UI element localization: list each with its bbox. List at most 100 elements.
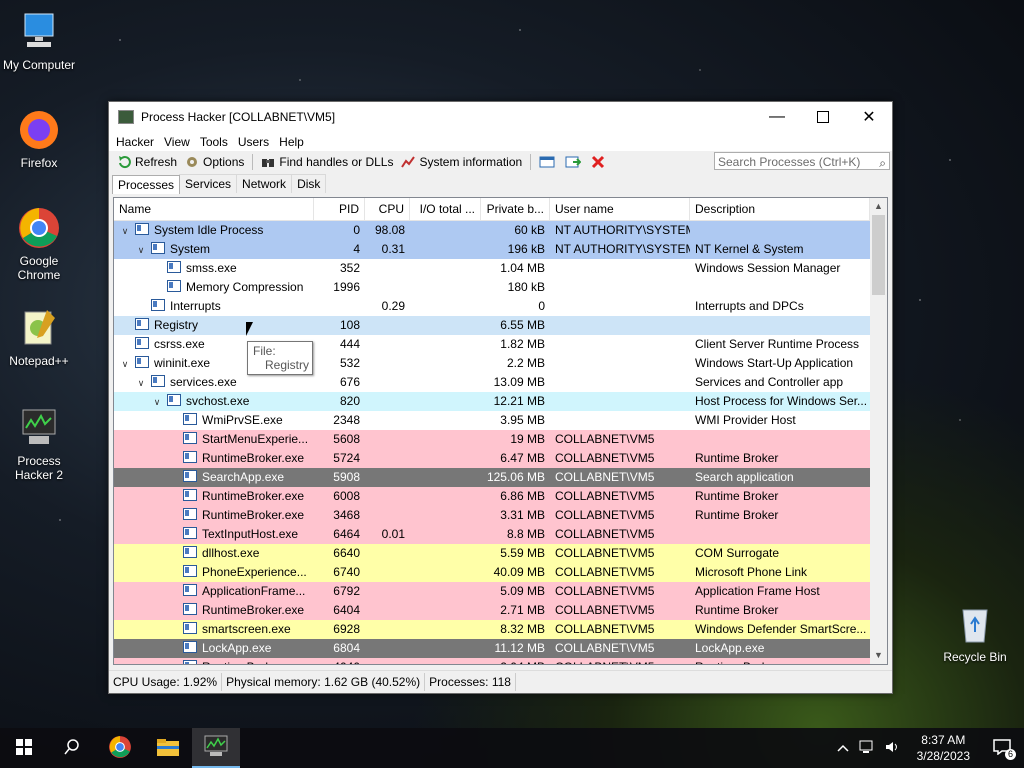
column-name[interactable]: Name	[114, 198, 314, 220]
terminate-button[interactable]	[587, 155, 613, 169]
scrollbar-thumb[interactable]	[872, 215, 885, 295]
process-user-name	[550, 392, 690, 411]
process-row[interactable]: ApplicationFrame... 6792 5.09 MB COLLABNET\…	[114, 582, 870, 601]
process-pid: 6640	[333, 546, 360, 560]
process-row[interactable]: dllhost.exe 6640 5.59 MB COLLABNET\VM5 COM S…	[114, 544, 870, 563]
desktop-icon-my-computer[interactable]: My Computer	[1, 10, 77, 72]
system-information-button[interactable]: System information	[397, 155, 526, 169]
desktop-icon-google-chrome[interactable]: Google Chrome	[1, 206, 77, 282]
process-name: PhoneExperience...	[114, 563, 314, 582]
expand-chevron-icon[interactable]: ∨	[119, 355, 131, 373]
taskbar-process-hacker[interactable]	[192, 728, 240, 768]
desktop-icon-process-hacker[interactable]: Process Hacker 2	[1, 406, 77, 482]
process-row[interactable]: SearchApp.exe 5908 125.06 MB COLLABNET\VM5 S…	[114, 468, 870, 487]
process-row[interactable]: RuntimeBroker.exe 6404 2.71 MB COLLABNET\VM…	[114, 601, 870, 620]
process-name: RuntimeBroker.exe	[114, 449, 314, 468]
start-button[interactable]	[0, 728, 48, 768]
expand-chevron-icon[interactable]: ∨	[151, 393, 163, 411]
tab-disk[interactable]: Disk	[291, 174, 327, 193]
process-cpu	[365, 316, 410, 335]
process-row[interactable]: RuntimeBroker.exe 6008 6.86 MB COLLABNET\VM…	[114, 487, 870, 506]
window-button[interactable]	[535, 155, 561, 169]
close-button[interactable]: ✕	[846, 102, 892, 132]
process-cpu	[365, 658, 410, 664]
column-description[interactable]: Description	[690, 198, 870, 220]
column-cpu[interactable]: CPU	[365, 198, 410, 220]
options-button[interactable]: Options	[181, 155, 248, 169]
refresh-button[interactable]: Refresh	[113, 155, 181, 169]
taskbar-file-explorer[interactable]	[144, 728, 192, 768]
process-row[interactable]: StartMenuExperie... 5608 19 MB COLLABNET\VM…	[114, 430, 870, 449]
tab-services[interactable]: Services	[179, 174, 238, 193]
menu-users[interactable]: Users	[233, 135, 274, 149]
clock[interactable]: 8:37 AM 3/28/2023	[907, 732, 980, 764]
process-cpu	[365, 620, 410, 639]
expand-chevron-icon[interactable]: ∨	[119, 222, 131, 240]
process-row[interactable]: PhoneExperience... 6740 40.09 MB COLLABNET\…	[114, 563, 870, 582]
process-row[interactable]: WmiPrvSE.exe 2348 3.95 MB WMI Provider Host	[114, 411, 870, 430]
taskbar-chrome[interactable]	[96, 728, 144, 768]
menu-view[interactable]: View	[159, 135, 195, 149]
title-bar[interactable]: Process Hacker [COLLABNET\VM5] — ✕	[109, 102, 892, 132]
scroll-down-icon[interactable]: ▼	[870, 647, 887, 664]
network-icon[interactable]	[855, 740, 879, 757]
maximize-button[interactable]	[800, 102, 846, 132]
process-row[interactable]: ∨ System Idle Process 0 98.08 60 kB NT AUTHOR…	[114, 221, 870, 240]
process-row[interactable]: smartscreen.exe 6928 8.32 MB COLLABNET\VM5 W…	[114, 620, 870, 639]
process-description: Runtime Broker	[695, 603, 779, 617]
process-row[interactable]: csrss.exe 444 1.82 MB Client Server Runtime…	[114, 335, 870, 354]
process-row[interactable]: RuntimeBroker.exe 3468 3.31 MB COLLABNET\VM…	[114, 506, 870, 525]
desktop-icon-recycle-bin[interactable]: Recycle Bin	[937, 602, 1013, 664]
toolbar-separator	[252, 154, 254, 170]
process-io-total	[410, 525, 481, 544]
window-go-button[interactable]	[561, 155, 587, 169]
desktop-icon-notepadpp[interactable]: Notepad++	[1, 306, 77, 368]
expand-chevron-icon[interactable]: ∨	[135, 374, 147, 392]
process-description	[690, 221, 870, 240]
process-row[interactable]: Memory Compression 1996 180 kB	[114, 278, 870, 297]
column-user-name[interactable]: User name	[550, 198, 690, 220]
search-input[interactable]: Search Processes (Ctrl+K) ⌕	[714, 152, 890, 170]
search-icon[interactable]: ⌕	[879, 154, 886, 172]
search-button[interactable]	[48, 728, 96, 768]
menu-tools[interactable]: Tools	[195, 135, 233, 149]
chevron-up-icon[interactable]	[831, 741, 855, 755]
volume-icon[interactable]	[879, 740, 907, 757]
process-user-name: COLLABNET\VM5	[555, 584, 655, 598]
process-row[interactable]: RuntimeBroker...4040 2.04 MBCOLLABNET\VM5…	[114, 658, 870, 664]
desktop-icon-firefox[interactable]: Firefox	[1, 108, 77, 170]
process-user-name: COLLABNET\VM5	[555, 622, 655, 636]
vertical-scrollbar[interactable]: ▲ ▼	[870, 198, 887, 664]
process-row[interactable]: ∨ wininit.exe 532 2.2 MB Windows Start-Up Ap…	[114, 354, 870, 373]
menu-hacker[interactable]: Hacker	[111, 135, 159, 149]
column-private-bytes[interactable]: Private b...	[481, 198, 550, 220]
process-row[interactable]: Interrupts 0.29 0 Interrupts and DPCs	[114, 297, 870, 316]
process-row[interactable]: ∨ svchost.exe 820 12.21 MB Host Process for …	[114, 392, 870, 411]
scroll-up-icon[interactable]: ▲	[870, 198, 887, 215]
process-row[interactable]: LockApp.exe 6804 11.12 MB COLLABNET\VM5 Lock…	[114, 639, 870, 658]
process-row[interactable]: TextInputHost.exe 6464 0.01 8.8 MB COLLABNET…	[114, 525, 870, 544]
process-io-total	[410, 506, 481, 525]
process-row[interactable]: smss.exe 352 1.04 MB Windows Session Manage…	[114, 259, 870, 278]
process-row[interactable]: ∨ services.exe 676 13.09 MB Services and Con…	[114, 373, 870, 392]
tab-network[interactable]: Network	[236, 174, 293, 193]
process-pid: 1996	[333, 280, 360, 294]
process-icon	[151, 242, 165, 254]
expand-chevron-icon[interactable]: ∨	[135, 241, 147, 259]
column-pid[interactable]: PID	[314, 198, 365, 220]
column-io-total[interactable]: I/O total ...	[410, 198, 481, 220]
process-cpu	[365, 259, 410, 278]
notification-center-button[interactable]: 6	[980, 728, 1024, 768]
process-description	[690, 525, 870, 544]
process-list[interactable]: Name PID CPU I/O total ... Private b... …	[113, 197, 888, 665]
tab-processes[interactable]: Processes	[112, 175, 181, 194]
process-cpu	[365, 278, 410, 297]
process-row[interactable]: RuntimeBroker.exe 5724 6.47 MB COLLABNET\VM…	[114, 449, 870, 468]
process-row[interactable]: Registry 108 6.55 MB	[114, 316, 870, 335]
find-handles-button[interactable]: Find handles or DLLs	[257, 155, 397, 169]
process-icon	[135, 356, 149, 368]
minimize-button[interactable]: —	[754, 102, 800, 132]
process-user-name	[550, 278, 690, 297]
process-row[interactable]: ∨ System 4 0.31 196 kB NT AUTHORITY\SYSTEM NT …	[114, 240, 870, 259]
menu-help[interactable]: Help	[274, 135, 309, 149]
